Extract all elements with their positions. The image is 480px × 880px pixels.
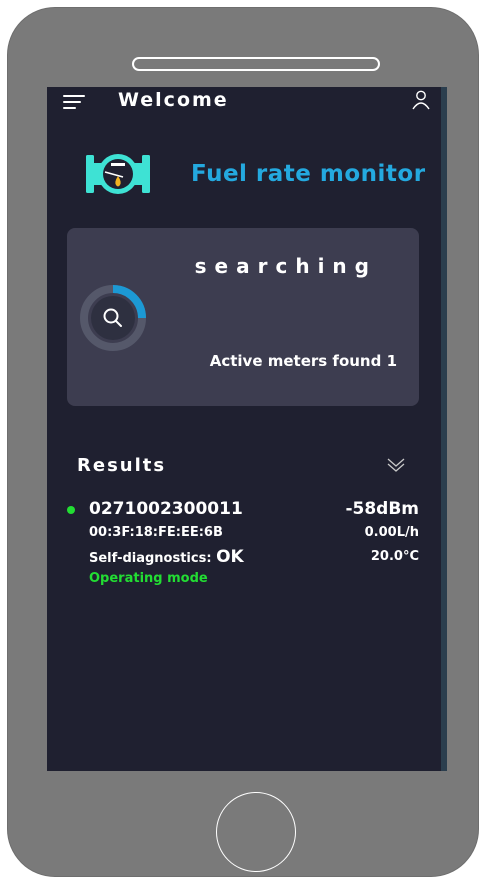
top-bar: Welcome bbox=[47, 87, 447, 117]
search-status: searching bbox=[194, 254, 377, 278]
search-card: searching Active meters found 1 bbox=[67, 228, 419, 406]
app-screen: Welcome Fuel rate monitor searching Acti… bbox=[47, 87, 447, 771]
self-diagnostics: Self-diagnostics: OK bbox=[89, 547, 244, 567]
operating-mode: Operating mode bbox=[89, 571, 208, 586]
app-name: Fuel rate monitor bbox=[191, 161, 426, 187]
self-diagnostics-value: OK bbox=[216, 547, 244, 567]
meters-found-label: Active meters found 1 bbox=[209, 352, 397, 370]
chevrons-down-icon[interactable] bbox=[387, 457, 405, 473]
hamburger-icon[interactable] bbox=[63, 94, 85, 110]
scrollbar[interactable] bbox=[441, 87, 447, 771]
status-dot bbox=[67, 506, 75, 514]
signal-strength: -58dBm bbox=[345, 499, 419, 519]
user-icon[interactable] bbox=[411, 89, 431, 111]
speaker-grille bbox=[132, 57, 380, 71]
mac-address: 00:3F:18:FE:EE:6B bbox=[89, 525, 223, 540]
temperature: 20.0°C bbox=[370, 549, 419, 564]
self-diagnostics-label: Self-diagnostics: bbox=[89, 551, 212, 566]
results-heading: Results bbox=[77, 455, 167, 476]
meter-id: 0271002300011 bbox=[89, 499, 243, 519]
fuel-meter-icon bbox=[86, 154, 150, 194]
result-item[interactable]: 0271002300011 -58dBm 00:3F:18:FE:EE:6B 0… bbox=[67, 499, 419, 595]
home-button[interactable] bbox=[216, 792, 296, 872]
fuel-rate: 0.00L/h bbox=[364, 525, 419, 540]
page-title: Welcome bbox=[118, 89, 229, 111]
search-spinner bbox=[80, 285, 146, 351]
